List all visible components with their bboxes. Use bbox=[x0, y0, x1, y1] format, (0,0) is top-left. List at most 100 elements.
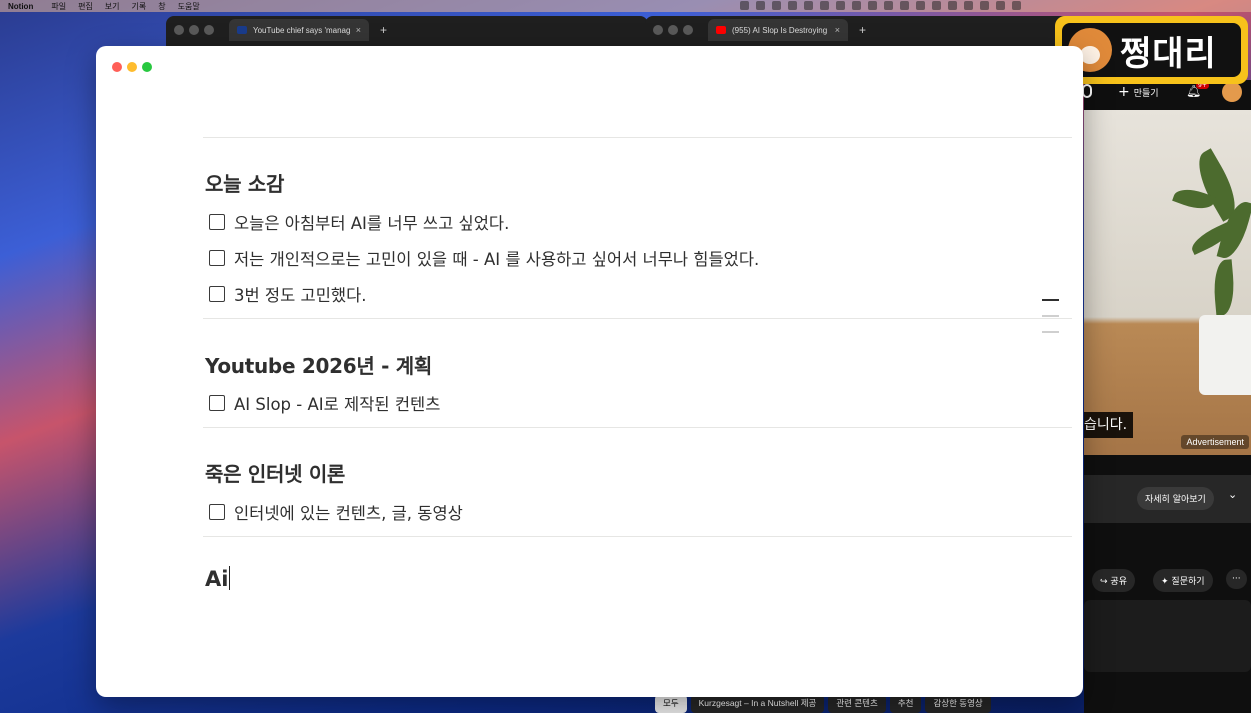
plant-pot bbox=[1199, 315, 1251, 395]
table-of-contents-indicator[interactable] bbox=[1042, 299, 1062, 347]
tab-close-icon[interactable]: × bbox=[835, 25, 840, 35]
ask-label: 질문하기 bbox=[1171, 577, 1205, 587]
todo-text[interactable]: 인터넷에 있는 컨텐츠, 글, 동영상 bbox=[234, 500, 463, 524]
todo-item: 저는 개인적으로는 고민이 있을 때 - AI 를 사용하고 싶어서 너무나 힘… bbox=[209, 246, 759, 270]
window-zoom-button[interactable] bbox=[204, 25, 214, 35]
create-button[interactable]: + 만들기 bbox=[1118, 84, 1159, 100]
divider bbox=[203, 427, 1072, 428]
status-icon[interactable] bbox=[980, 1, 989, 10]
menubar-file[interactable]: 파일 bbox=[51, 1, 66, 12]
tab-close-icon[interactable]: × bbox=[356, 25, 361, 35]
status-icon[interactable] bbox=[884, 1, 893, 10]
status-icon[interactable] bbox=[996, 1, 1005, 10]
divider bbox=[203, 318, 1072, 319]
chip-all[interactable]: 모두 bbox=[655, 695, 687, 713]
new-tab-icon[interactable]: + bbox=[859, 23, 866, 37]
window-close-button[interactable] bbox=[112, 62, 122, 72]
window-minimize-button[interactable] bbox=[189, 25, 199, 35]
status-icon[interactable] bbox=[932, 1, 941, 10]
status-icon[interactable] bbox=[868, 1, 877, 10]
status-icon[interactable] bbox=[916, 1, 925, 10]
avatar[interactable] bbox=[1222, 82, 1242, 102]
checkbox[interactable] bbox=[209, 250, 225, 266]
browser-tab[interactable]: (955) AI Slop Is Destroying T × bbox=[708, 19, 848, 41]
status-icon[interactable] bbox=[756, 1, 765, 10]
todo-item: AI Slop - AI로 제작된 컨텐츠 bbox=[209, 391, 440, 415]
status-icon[interactable] bbox=[1012, 1, 1021, 10]
window-minimize-button[interactable] bbox=[668, 25, 678, 35]
tab-title: (955) AI Slop Is Destroying T bbox=[732, 25, 829, 35]
menubar-help[interactable]: 도움말 bbox=[178, 1, 200, 12]
status-icon[interactable] bbox=[964, 1, 973, 10]
toc-line[interactable] bbox=[1042, 299, 1059, 301]
window-minimize-button[interactable] bbox=[127, 62, 137, 72]
window-zoom-button[interactable] bbox=[142, 62, 152, 72]
new-tab-icon[interactable]: + bbox=[380, 23, 387, 37]
learn-more-button[interactable]: 자세히 알아보기 bbox=[1137, 487, 1214, 510]
sparkle-icon: ✦ bbox=[1161, 577, 1169, 587]
status-icons bbox=[740, 1, 1021, 10]
menubar-edit[interactable]: 편집 bbox=[78, 1, 93, 12]
window-close-button[interactable] bbox=[174, 25, 184, 35]
favicon-icon bbox=[237, 26, 247, 34]
recommendation-card[interactable] bbox=[1084, 600, 1251, 672]
checkbox[interactable] bbox=[209, 504, 225, 520]
window-zoom-button[interactable] bbox=[683, 25, 693, 35]
menubar-view[interactable]: 보기 bbox=[105, 1, 120, 12]
share-label: 공유 bbox=[1110, 577, 1127, 587]
menubar-window[interactable]: 창 bbox=[158, 1, 165, 12]
window-close-button[interactable] bbox=[653, 25, 663, 35]
checkbox[interactable] bbox=[209, 286, 225, 302]
checkbox[interactable] bbox=[209, 214, 225, 230]
status-icon[interactable] bbox=[900, 1, 909, 10]
video-player[interactable] bbox=[1084, 110, 1251, 455]
tab-bar: YouTube chief says 'managing × + bbox=[166, 16, 648, 44]
status-icon[interactable] bbox=[740, 1, 749, 10]
toc-line[interactable] bbox=[1042, 315, 1059, 317]
chip-kurzgesagt[interactable]: Kurzgesagt – In a Nutshell 제공 bbox=[690, 695, 825, 713]
status-icon[interactable] bbox=[852, 1, 861, 10]
status-icon[interactable] bbox=[804, 1, 813, 10]
chip-watched[interactable]: 감상한 동영상 bbox=[925, 695, 991, 713]
todo-text[interactable]: 3번 정도 고민했다. bbox=[234, 282, 367, 306]
share-button[interactable]: ↪ 공유 bbox=[1092, 569, 1135, 592]
chevron-down-icon[interactable]: ⌄ bbox=[1228, 488, 1237, 501]
current-heading-input[interactable]: Ai bbox=[205, 566, 230, 591]
youtube-favicon-icon bbox=[716, 26, 726, 34]
tab-bar: (955) AI Slop Is Destroying T × + bbox=[645, 16, 1085, 44]
menubar-app-name[interactable]: Notion bbox=[8, 2, 33, 11]
plus-icon: + bbox=[1118, 84, 1130, 100]
divider bbox=[203, 137, 1072, 138]
share-icon: ↪ bbox=[1100, 577, 1108, 587]
section-heading[interactable]: Youtube 2026년 - 계획 bbox=[205, 350, 432, 379]
checkbox[interactable] bbox=[209, 395, 225, 411]
todo-text[interactable]: AI Slop - AI로 제작된 컨텐츠 bbox=[234, 391, 440, 415]
status-icon[interactable] bbox=[836, 1, 845, 10]
chip-recommended[interactable]: 추천 bbox=[889, 695, 922, 713]
video-caption: 습니다. bbox=[1084, 412, 1134, 438]
tab-title: YouTube chief says 'managing bbox=[253, 25, 350, 35]
more-options-button[interactable]: ··· bbox=[1226, 569, 1247, 589]
menubar-history[interactable]: 기록 bbox=[132, 1, 147, 12]
menu-bar: Notion 파일 편집 보기 기록 창 도움말 bbox=[0, 0, 1251, 12]
status-icon[interactable] bbox=[772, 1, 781, 10]
ask-button[interactable]: ✦ 질문하기 bbox=[1153, 569, 1213, 592]
section-heading[interactable]: 오늘 소감 bbox=[205, 168, 284, 197]
section-heading[interactable]: 죽은 인터넷 이론 bbox=[205, 458, 345, 487]
create-label: 만들기 bbox=[1133, 88, 1159, 99]
toc-line[interactable] bbox=[1042, 331, 1059, 333]
browser-tab[interactable]: YouTube chief says 'managing × bbox=[229, 19, 369, 41]
status-icon[interactable] bbox=[948, 1, 957, 10]
chip-related[interactable]: 관련 콘텐츠 bbox=[828, 695, 886, 713]
todo-item: 오늘은 아침부터 AI를 너무 쓰고 싶었다. bbox=[209, 210, 509, 234]
microphone-icon[interactable] bbox=[1082, 84, 1092, 98]
todo-text[interactable]: 오늘은 아침부터 AI를 너무 쓰고 싶었다. bbox=[234, 210, 509, 234]
plant-leaf bbox=[1211, 259, 1237, 316]
status-icon[interactable] bbox=[788, 1, 797, 10]
status-icon[interactable] bbox=[820, 1, 829, 10]
filter-chips: 모두 Kurzgesagt – In a Nutshell 제공 관련 콘텐츠 … bbox=[655, 695, 991, 713]
todo-text[interactable]: 저는 개인적으로는 고민이 있을 때 - AI 를 사용하고 싶어서 너무나 힘… bbox=[234, 246, 759, 270]
logo-text: 쩡대리 bbox=[1120, 33, 1217, 74]
todo-item: 인터넷에 있는 컨텐츠, 글, 동영상 bbox=[209, 500, 463, 524]
notion-window: 오늘 소감 오늘은 아침부터 AI를 너무 쓰고 싶었다. 저는 개인적으로는 … bbox=[96, 46, 1083, 697]
